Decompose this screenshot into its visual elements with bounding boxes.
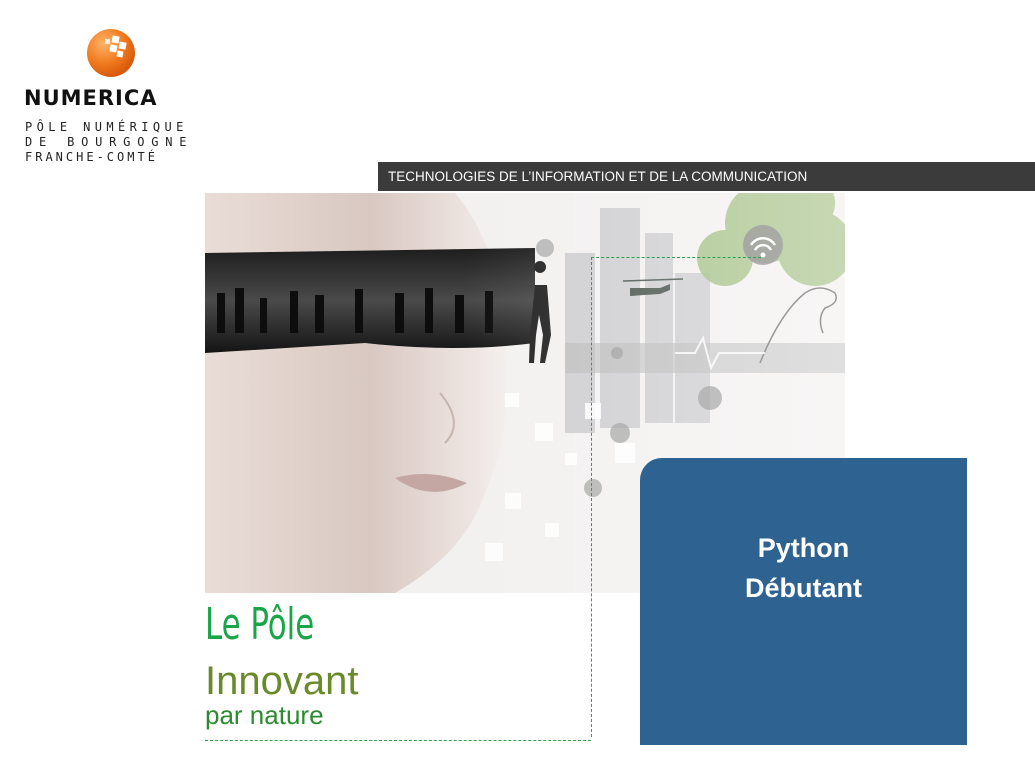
- numerica-logo: NUMERICA PÔLE NUMÉRIQUE DE BOURGOGNE FRA…: [24, 24, 209, 174]
- tagline-line3: par nature: [205, 700, 324, 730]
- category-banner: TECHNOLOGIES DE L’INFORMATION ET DE LA C…: [378, 162, 1035, 191]
- logo-subtitle-line2: DE BOURGOGNE: [25, 135, 194, 149]
- tagline-line1: Le Pôle: [205, 599, 315, 650]
- tagline-line2: Innovant: [205, 659, 359, 703]
- logo-subtitle-line1: PÔLE NUMÉRIQUE: [25, 120, 188, 134]
- numerica-ball-icon: [87, 29, 135, 77]
- course-title-line2: Débutant: [745, 573, 862, 603]
- logo-wordmark: NUMERICA: [24, 86, 158, 110]
- dashed-frame-bottom: [205, 740, 591, 741]
- course-card: Python Débutant: [640, 458, 967, 745]
- course-title-line1: Python: [757, 533, 850, 563]
- logo-subtitle-line3: FRANCHE-COMTÉ: [25, 150, 158, 164]
- course-title: Python Débutant: [640, 528, 967, 608]
